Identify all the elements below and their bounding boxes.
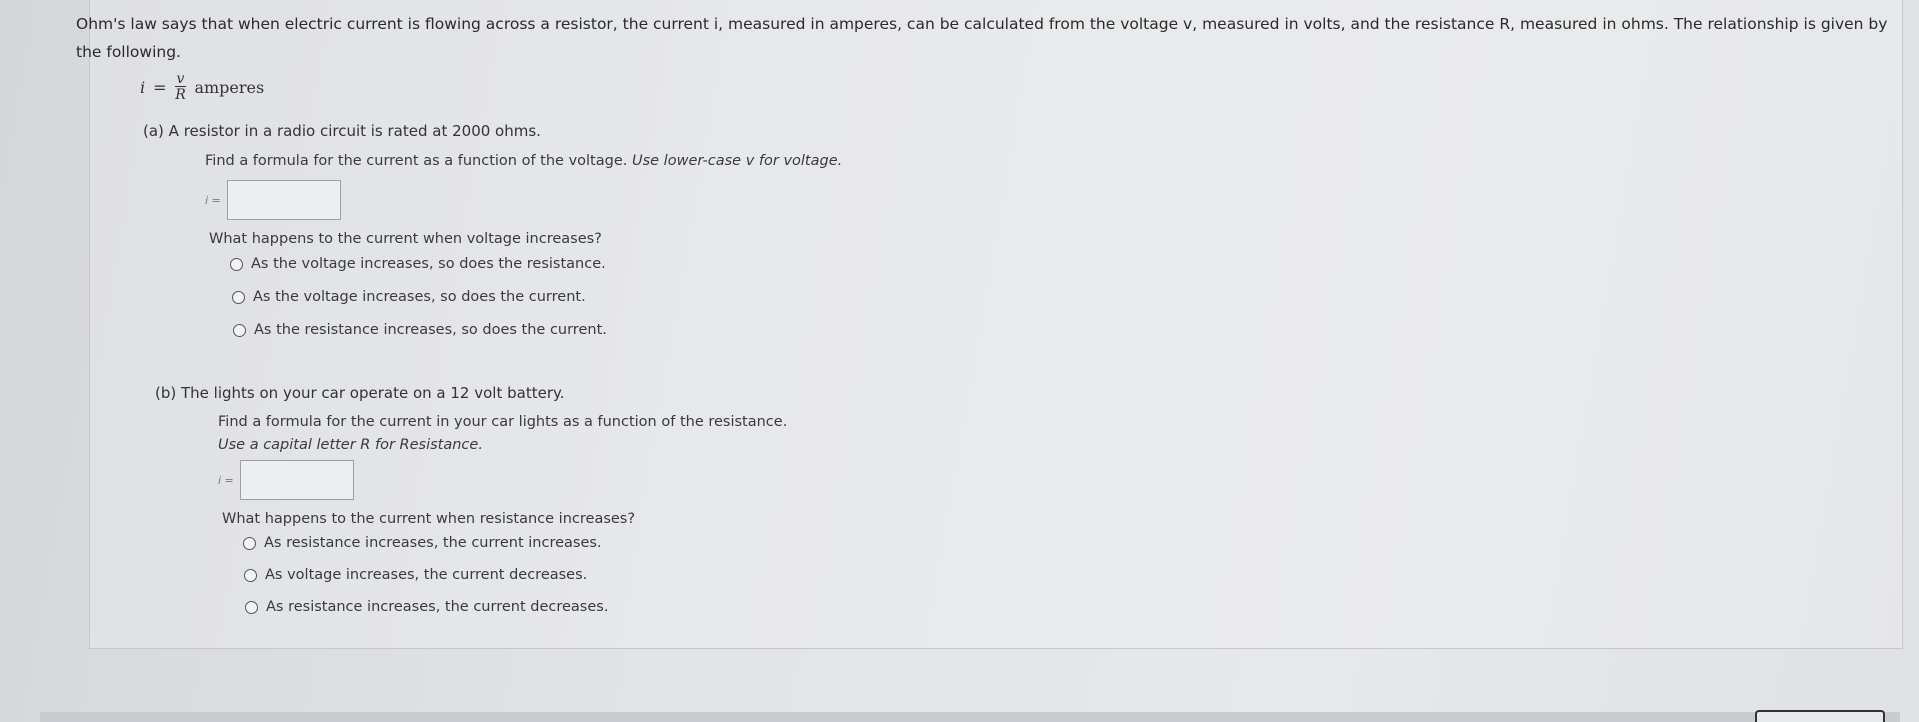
intro-text: Ohm's law says that when electric curren… — [76, 15, 1888, 61]
part-b-option-3-label: As resistance increases, the current dec… — [266, 599, 609, 615]
bottom-toolbar — [40, 712, 1900, 722]
part-b-hint: Use a capital letter R for Resistance. — [218, 437, 483, 453]
part-b-answer-input[interactable] — [239, 460, 354, 500]
part-a-option-1-label: As the voltage increases, so does the re… — [251, 256, 606, 272]
submit-button[interactable] — [1755, 710, 1885, 722]
ohms-law-formula: i = v R amperes — [140, 72, 264, 102]
part-b-answer-label: i = — [218, 473, 234, 487]
part-a-option-2-label: As the voltage increases, so does the cu… — [253, 289, 586, 305]
part-a-question: What happens to the current when voltage… — [209, 231, 602, 247]
part-b-option-1[interactable]: As resistance increases, the current inc… — [243, 535, 602, 551]
part-b-question: What happens to the current when resista… — [222, 511, 636, 527]
part-b-title: (b) The lights on your car operate on a … — [155, 384, 565, 402]
part-a-option-3[interactable]: As the resistance increases, so does the… — [233, 322, 607, 338]
part-b-option-1-label: As resistance increases, the current inc… — [264, 535, 602, 551]
page: Ohm's law says that when electric curren… — [0, 0, 1919, 722]
part-a-answer-row: i = — [205, 180, 341, 220]
radio-icon[interactable] — [232, 290, 245, 304]
part-b-answer-row: i = — [218, 460, 354, 500]
part-a-option-2[interactable]: As the voltage increases, so does the cu… — [232, 289, 586, 305]
radio-icon[interactable] — [245, 600, 258, 614]
part-b-option-2[interactable]: As voltage increases, the current decrea… — [244, 567, 587, 583]
formula-fraction: v R — [174, 71, 187, 103]
radio-icon[interactable] — [233, 323, 246, 337]
part-a-answer-label: i = — [205, 193, 221, 207]
formula-denominator: R — [175, 87, 186, 103]
radio-icon[interactable] — [243, 536, 256, 550]
part-a-option-1[interactable]: As the voltage increases, so does the re… — [230, 256, 606, 272]
part-a-hint: Use lower-case v for voltage. — [631, 153, 843, 169]
formula-unit: amperes — [194, 77, 265, 97]
radio-icon[interactable] — [244, 568, 257, 582]
part-a-instruction: Find a formula for the current as a func… — [205, 153, 628, 169]
part-a-title: (a) A resistor in a radio circuit is rat… — [143, 122, 541, 140]
formula-equals: = — [153, 77, 167, 97]
part-a-option-3-label: As the resistance increases, so does the… — [254, 322, 607, 338]
formula-numerator: v — [174, 71, 187, 87]
part-b-instruction: Find a formula for the current in your c… — [218, 414, 788, 430]
part-b-option-3[interactable]: As resistance increases, the current dec… — [245, 599, 608, 615]
part-b-hint-line: Use a capital letter R for Resistance. — [218, 437, 483, 453]
part-a-answer-input[interactable] — [226, 180, 341, 220]
formula-lhs: i — [140, 77, 146, 97]
radio-icon[interactable] — [230, 257, 243, 271]
part-a-instruction-line: Find a formula for the current as a func… — [205, 153, 842, 169]
part-b-option-2-label: As voltage increases, the current decrea… — [265, 567, 588, 583]
